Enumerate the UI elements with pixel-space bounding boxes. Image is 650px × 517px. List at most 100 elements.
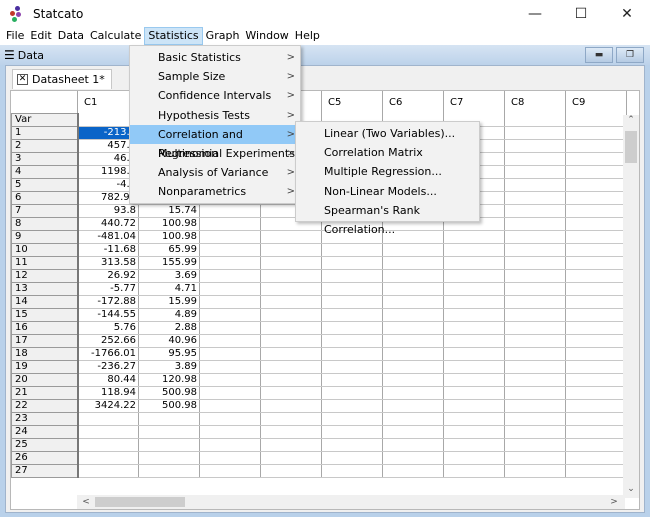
cell-c7[interactable] — [443, 321, 505, 335]
cell-c3[interactable] — [199, 204, 261, 218]
cell-c3[interactable] — [199, 412, 261, 426]
cell-c9[interactable] — [565, 178, 627, 192]
cell-c1[interactable] — [77, 425, 139, 439]
cell-c8[interactable] — [504, 295, 566, 309]
cell-c4[interactable] — [260, 399, 322, 413]
cell-c1[interactable]: -236.27 — [77, 360, 139, 374]
cell-c9[interactable] — [565, 204, 627, 218]
cell-c2[interactable]: 4.89 — [138, 308, 200, 322]
cell-c8[interactable] — [504, 243, 566, 257]
row-header[interactable]: 5 — [11, 177, 79, 192]
cell-c7[interactable] — [443, 282, 505, 296]
cell-c9[interactable] — [565, 308, 627, 322]
cell-c9[interactable] — [565, 412, 627, 426]
cell-c9[interactable] — [565, 191, 627, 205]
cell-c7[interactable] — [443, 347, 505, 361]
cell-c1[interactable] — [77, 451, 139, 465]
menu-item-nonparametrics[interactable]: Nonparametrics > — [130, 182, 300, 201]
cell-c7[interactable] — [443, 334, 505, 348]
cell-c4[interactable] — [260, 438, 322, 452]
cell-c3[interactable] — [199, 269, 261, 283]
cell-c6[interactable] — [382, 360, 444, 374]
cell-c9[interactable] — [565, 334, 627, 348]
cell-c6[interactable] — [382, 269, 444, 283]
cell-c1[interactable]: 252.66 — [77, 334, 139, 348]
menu-window[interactable]: Window — [242, 27, 291, 45]
cell-c8[interactable] — [504, 321, 566, 335]
row-header[interactable]: 1 — [11, 125, 79, 140]
row-header[interactable]: 3 — [11, 151, 79, 166]
cell-c7[interactable] — [443, 295, 505, 309]
cell-c5[interactable] — [321, 438, 383, 452]
cell-c6[interactable] — [382, 334, 444, 348]
cell-c9[interactable] — [565, 360, 627, 374]
cell-c2[interactable]: 120.98 — [138, 373, 200, 387]
column-header-c9[interactable]: C9 — [565, 91, 627, 113]
cell-c9[interactable] — [565, 139, 627, 153]
cell-c4[interactable] — [260, 425, 322, 439]
cell-c3[interactable] — [199, 308, 261, 322]
inner-minimize-button[interactable]: ▬ — [585, 47, 613, 63]
menu-lines-icon[interactable]: ☰ — [4, 48, 15, 62]
cell-c7[interactable] — [443, 464, 505, 478]
cell-c6[interactable] — [382, 321, 444, 335]
cell-c9[interactable] — [565, 269, 627, 283]
menu-statistics[interactable]: Statistics — [144, 27, 203, 45]
cell-c8[interactable] — [504, 165, 566, 179]
cell-c2[interactable]: 15.99 — [138, 295, 200, 309]
scroll-up-arrow-icon[interactable]: ⌃ — [623, 115, 639, 129]
cell-c1[interactable]: 313.58 — [77, 256, 139, 270]
cell-c6[interactable] — [382, 412, 444, 426]
variable-name-cell[interactable] — [565, 113, 627, 127]
row-header[interactable]: 11 — [11, 255, 79, 270]
cell-c1[interactable]: -5.77 — [77, 282, 139, 296]
cell-c3[interactable] — [199, 438, 261, 452]
cell-c7[interactable] — [443, 243, 505, 257]
row-header[interactable]: 17 — [11, 333, 79, 348]
cell-c2[interactable]: 15.74 — [138, 204, 200, 218]
cell-c4[interactable] — [260, 347, 322, 361]
cell-c4[interactable] — [260, 295, 322, 309]
cell-c8[interactable] — [504, 152, 566, 166]
row-header[interactable]: 23 — [11, 411, 79, 426]
row-header[interactable]: 21 — [11, 385, 79, 400]
cell-c5[interactable] — [321, 295, 383, 309]
cell-c9[interactable] — [565, 165, 627, 179]
cell-c5[interactable] — [321, 360, 383, 374]
cell-c2[interactable] — [138, 438, 200, 452]
cell-c5[interactable] — [321, 451, 383, 465]
cell-c9[interactable] — [565, 126, 627, 140]
cell-c5[interactable] — [321, 282, 383, 296]
minimize-button[interactable]: — — [512, 0, 558, 27]
cell-c2[interactable]: 155.99 — [138, 256, 200, 270]
cell-c2[interactable] — [138, 464, 200, 478]
menu-item-hypothesis-tests[interactable]: Hypothesis Tests > — [130, 106, 300, 125]
cell-c2[interactable]: 100.98 — [138, 217, 200, 231]
scroll-left-arrow-icon[interactable]: < — [79, 495, 93, 509]
cell-c2[interactable]: 65.99 — [138, 243, 200, 257]
horizontal-scroll-thumb[interactable] — [95, 497, 185, 507]
cell-c8[interactable] — [504, 386, 566, 400]
inner-restore-button[interactable]: ❐ — [616, 47, 644, 63]
cell-c2[interactable] — [138, 451, 200, 465]
cell-c5[interactable] — [321, 373, 383, 387]
row-header[interactable]: 14 — [11, 294, 79, 309]
cell-c1[interactable]: -481.04 — [77, 230, 139, 244]
cell-c1[interactable]: -172.88 — [77, 295, 139, 309]
cell-c6[interactable] — [382, 256, 444, 270]
cell-c9[interactable] — [565, 399, 627, 413]
menu-calculate[interactable]: Calculate — [87, 27, 144, 45]
cell-c2[interactable]: 3.89 — [138, 360, 200, 374]
cell-c1[interactable]: -144.55 — [77, 308, 139, 322]
cell-c2[interactable]: 40.96 — [138, 334, 200, 348]
close-button[interactable]: ✕ — [604, 0, 650, 27]
cell-c7[interactable] — [443, 308, 505, 322]
cell-c8[interactable] — [504, 399, 566, 413]
menu-item-sample-size[interactable]: Sample Size > — [130, 67, 300, 86]
cell-c8[interactable] — [504, 217, 566, 231]
scroll-right-arrow-icon[interactable]: > — [607, 495, 621, 509]
cell-c4[interactable] — [260, 230, 322, 244]
row-header[interactable]: 8 — [11, 216, 79, 231]
cell-c8[interactable] — [504, 373, 566, 387]
cell-c7[interactable] — [443, 373, 505, 387]
